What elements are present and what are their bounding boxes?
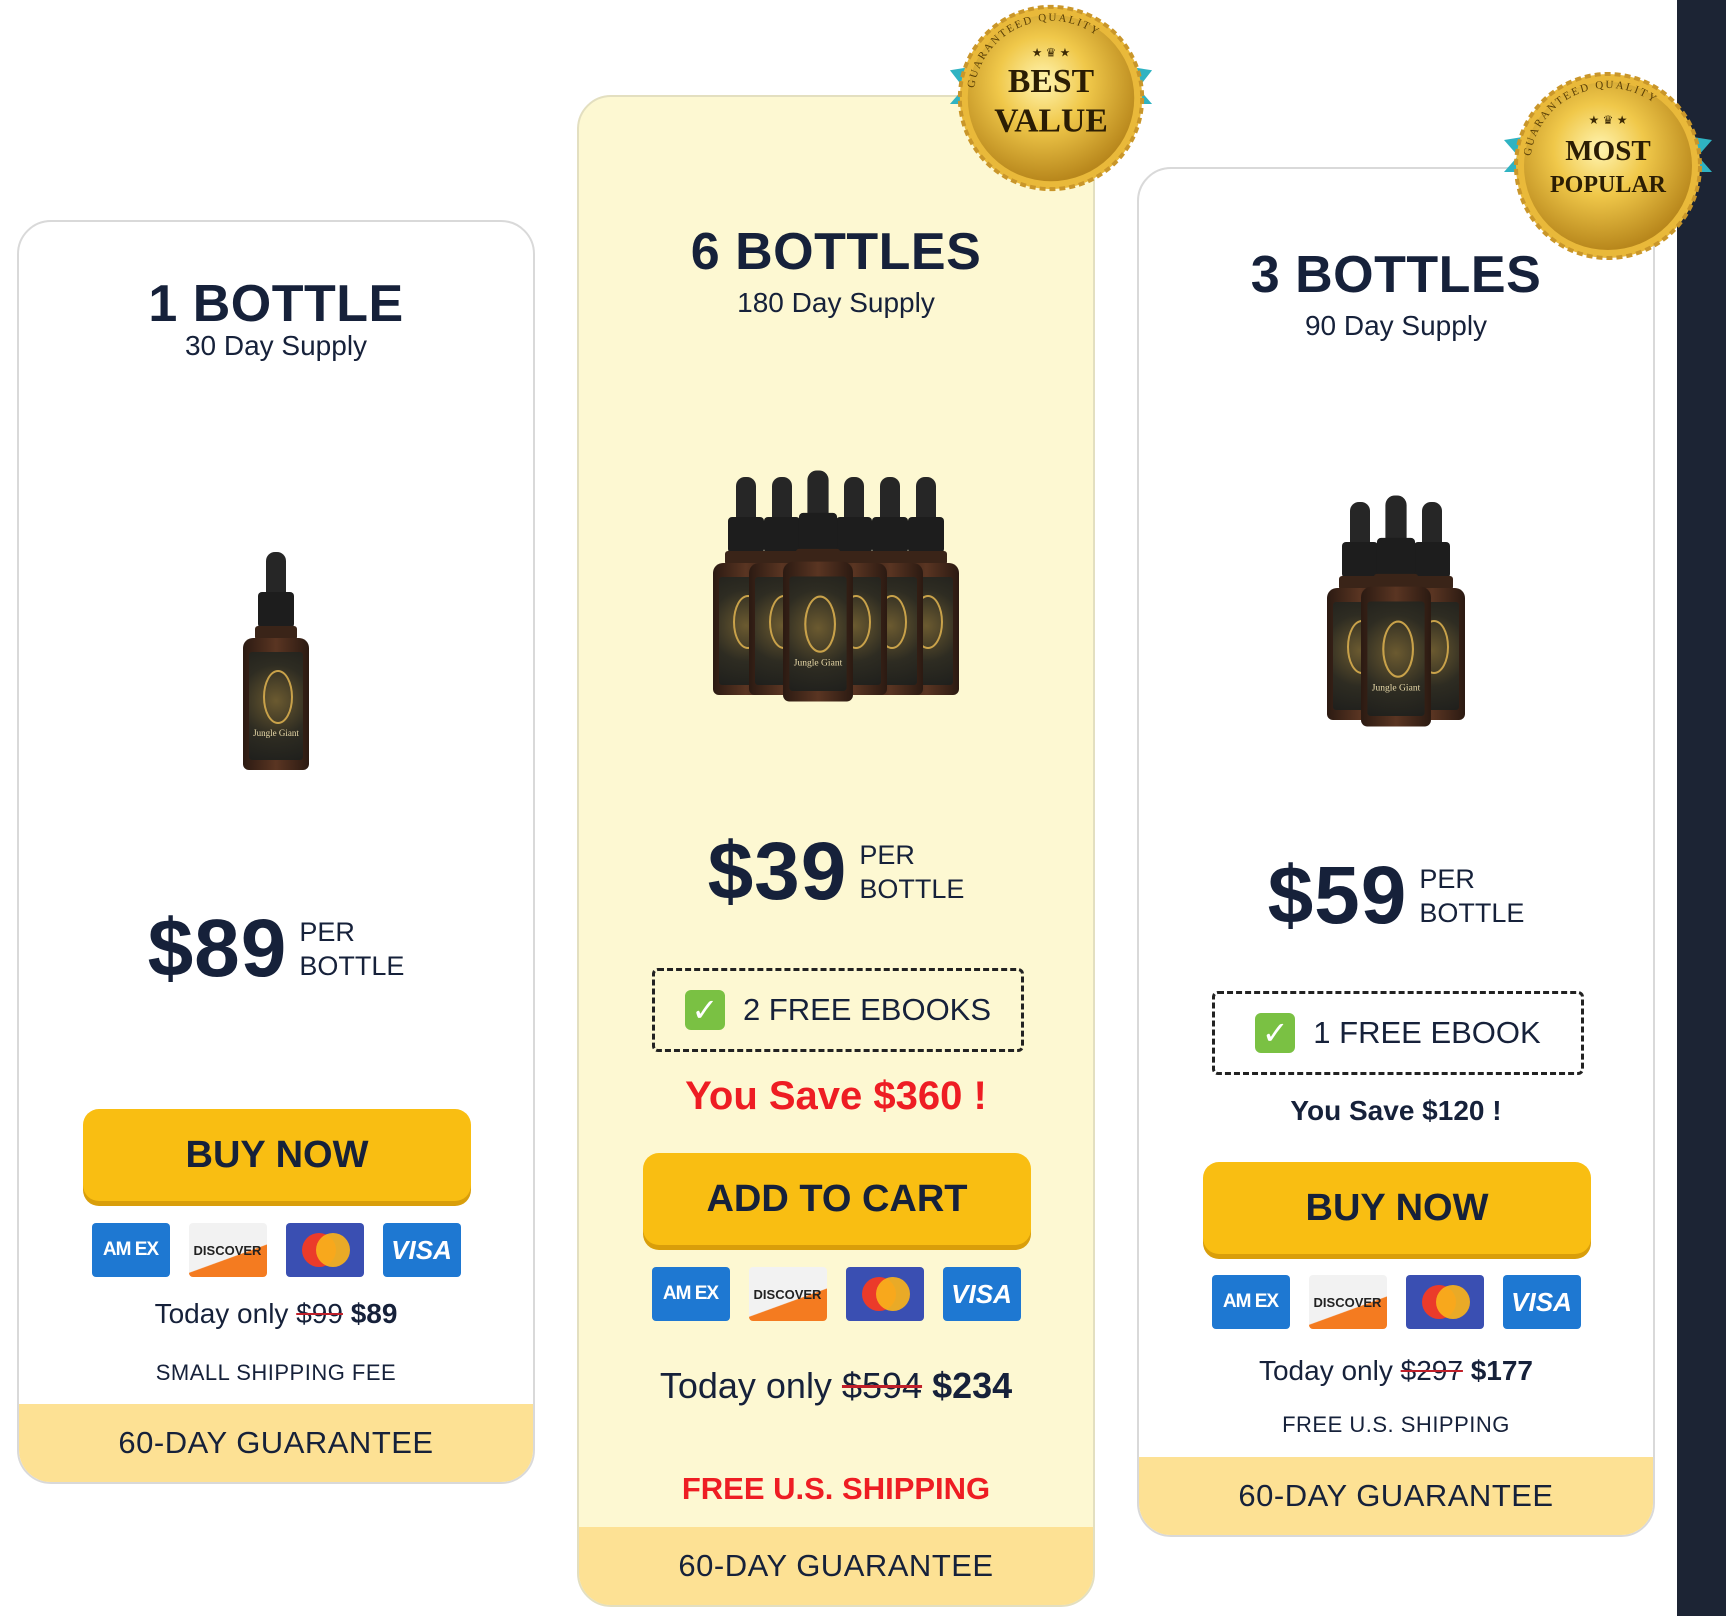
mastercard-icon: [285, 1223, 364, 1277]
amex-icon: AM EX: [651, 1267, 730, 1321]
svg-text:★ ♛ ★: ★ ♛ ★: [1589, 113, 1628, 127]
badge-line-2: VALUE: [994, 103, 1108, 140]
badge-line-1: BEST: [1008, 63, 1094, 100]
package-supply: 90 Day Supply: [1304, 310, 1488, 341]
mastercard-icon: [1405, 1275, 1484, 1329]
bonus-ebooks-box: ✓ 2 FREE EBOOKS: [652, 968, 1024, 1052]
best-value-badge: GUARANTEED QUALITY ★ ♛ ★ BEST VALUE: [949, 4, 1153, 192]
product-image: Jungle Giant: [579, 470, 1093, 702]
savings-text: You Save $120 !: [1290, 1095, 1502, 1126]
shipping-note: FREE U.S. SHIPPING: [681, 1471, 991, 1506]
price-unit: PER BOTTLE: [299, 917, 405, 981]
package-card-3-bottles: 3 BOTTLES 90 Day Supply Jungle Giant $59…: [1137, 167, 1655, 1537]
bonus-label: 1 FREE EBOOK: [1313, 1015, 1541, 1050]
discover-icon: DISCOVER: [188, 1223, 267, 1277]
product-image: Jungle Giant: [19, 552, 533, 770]
price-value: $89: [147, 903, 288, 994]
guarantee-bar: 60-DAY GUARANTEE: [1139, 1457, 1653, 1535]
visa-icon: VISA: [942, 1267, 1021, 1321]
amex-icon: AM EX: [1211, 1275, 1290, 1329]
price-value: $59: [1267, 850, 1408, 941]
visa-icon: VISA: [1502, 1275, 1581, 1329]
price-row: $59 PER BOTTLE: [1139, 849, 1653, 943]
price-value: $39: [707, 826, 848, 917]
savings-text: You Save $360 !: [685, 1074, 987, 1118]
most-popular-badge: GUARANTEED QUALITY ★ ♛ ★ MOST POPULAR: [1504, 72, 1712, 260]
package-supply: 180 Day Supply: [737, 287, 935, 318]
payment-icons: AM EX DISCOVER VISA: [1139, 1275, 1653, 1329]
discover-icon: DISCOVER: [748, 1267, 827, 1321]
visa-icon: VISA: [382, 1223, 461, 1277]
add-to-cart-button[interactable]: ADD TO CART: [643, 1153, 1031, 1245]
today-price: Today only $594 $234: [659, 1365, 1013, 1406]
today-price: Today only $297 $177: [1258, 1355, 1534, 1386]
bottle-image: Jungle Giant: [1361, 495, 1431, 727]
checkmark-icon: ✓: [1255, 1013, 1296, 1053]
new-price: $89: [350, 1298, 398, 1329]
guarantee-bar: 60-DAY GUARANTEE: [579, 1527, 1093, 1605]
package-supply: 30 Day Supply: [184, 330, 368, 361]
old-price: $99: [296, 1298, 343, 1329]
payment-icons: AM EX DISCOVER VISA: [579, 1267, 1093, 1321]
package-card-6-bottles: 6 BOTTLES 180 Day Supply Jungle Giant $3…: [577, 95, 1095, 1607]
package-card-1-bottle: 1 BOTTLE 30 Day Supply Jungle Giant $89 …: [17, 220, 535, 1484]
package-title: 6 BOTTLES: [690, 223, 982, 281]
today-price: Today only $99 $89: [154, 1298, 398, 1329]
old-price: $594: [841, 1365, 923, 1406]
bonus-label: 2 FREE EBOOKS: [742, 992, 992, 1027]
discover-icon: DISCOVER: [1308, 1275, 1387, 1329]
price-unit: PER BOTTLE: [859, 840, 965, 904]
badge-line-2: POPULAR: [1550, 172, 1667, 198]
price-row: $89 PER BOTTLE: [19, 902, 533, 996]
shipping-note: FREE U.S. SHIPPING: [1282, 1412, 1510, 1437]
bottle-brand-label: Jungle Giant: [253, 728, 299, 738]
new-price: $177: [1470, 1355, 1534, 1386]
checkmark-icon: ✓: [684, 990, 725, 1030]
package-title: 1 BOTTLE: [148, 275, 404, 333]
bottle-image: Jungle Giant: [783, 470, 853, 702]
bottle-image: Jungle Giant: [243, 552, 309, 770]
product-image: Jungle Giant: [1139, 495, 1653, 727]
guarantee-bar: 60-DAY GUARANTEE: [19, 1404, 533, 1482]
shipping-note: SMALL SHIPPING FEE: [155, 1360, 397, 1385]
buy-now-button[interactable]: BUY NOW: [83, 1109, 471, 1201]
svg-text:★ ♛ ★: ★ ♛ ★: [1032, 45, 1071, 59]
new-price: $234: [932, 1365, 1013, 1406]
payment-icons: AM EX DISCOVER VISA: [19, 1223, 533, 1277]
bonus-ebook-box: ✓ 1 FREE EBOOK: [1212, 991, 1584, 1075]
buy-now-button[interactable]: BUY NOW: [1203, 1162, 1591, 1254]
price-unit: PER BOTTLE: [1419, 864, 1525, 928]
mastercard-icon: [845, 1267, 924, 1321]
badge-line-1: MOST: [1565, 135, 1650, 167]
price-row: $39 PER BOTTLE: [579, 825, 1093, 919]
old-price: $297: [1400, 1355, 1463, 1386]
amex-icon: AM EX: [91, 1223, 170, 1277]
